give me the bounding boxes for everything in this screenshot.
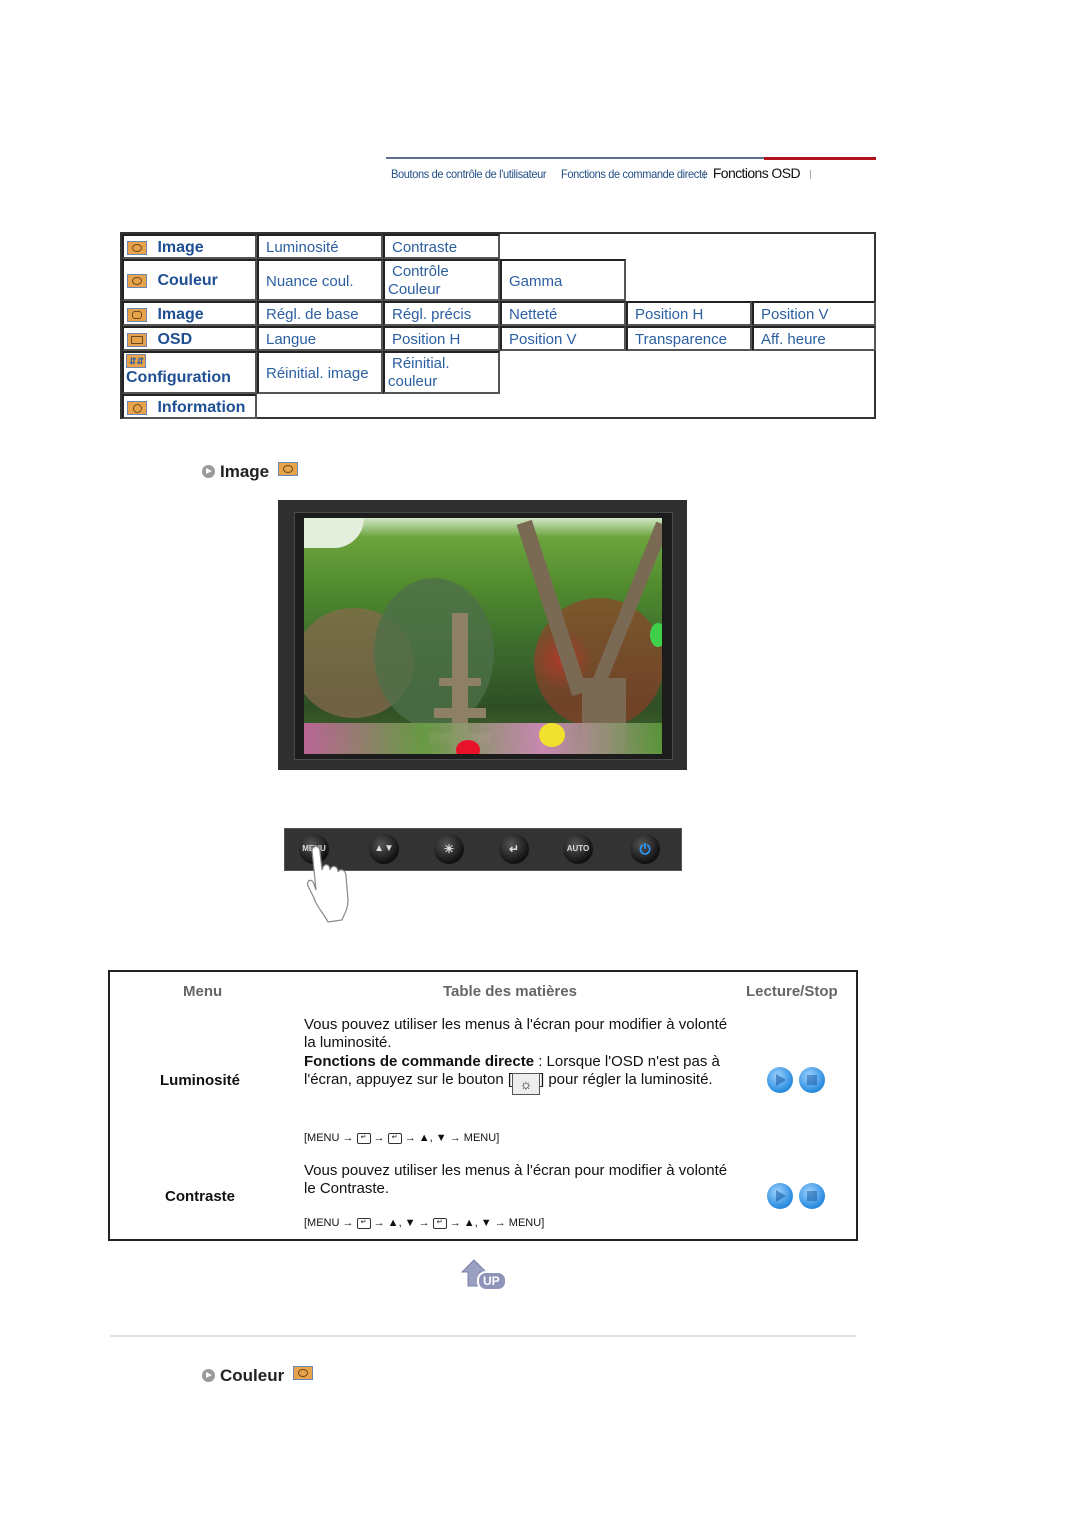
bullet-arrow-icon [202, 1369, 215, 1382]
menu-item-osd-position-v[interactable]: Position V [500, 326, 626, 351]
enter-key-icon: ↵ [387, 1132, 402, 1144]
power-button[interactable]: ⏻ [630, 834, 660, 864]
menu-item-luminosite[interactable]: Luminosité [257, 234, 383, 259]
menu-item-langue[interactable]: Langue [257, 326, 383, 351]
section-title-image: Image [202, 462, 298, 482]
nav-separator [809, 170, 811, 180]
function-description-table: Menu Table des matières Lecture/Stop Lum… [108, 970, 858, 1241]
column-header-menu: Menu [183, 983, 223, 1000]
menu-row-configuration[interactable]: ⇵⇵ Configuration [122, 351, 257, 394]
color-icon [127, 273, 147, 288]
play-icon [776, 1074, 786, 1086]
menu-row-information[interactable]: Information [122, 394, 257, 419]
up-label: UP [483, 1274, 500, 1288]
menu-item-nuance[interactable]: Nuance coul. [257, 259, 383, 301]
description-contraste: Vous pouvez utiliser les menus à l'écran… [304, 1162, 728, 1197]
menu-item-gamma[interactable]: Gamma [500, 259, 626, 301]
menu-item-regl-base[interactable]: Régl. de base [257, 301, 383, 326]
menu-item-aff-heure[interactable]: Aff. heure [752, 326, 876, 351]
menu-row-image-geometry[interactable]: Image [122, 301, 257, 326]
nav-link-direct-functions[interactable]: Fonctions de commande directe [561, 167, 708, 181]
nav-active-indicator [764, 157, 876, 160]
garden-photo [304, 518, 662, 754]
nav-link-osd-functions[interactable]: Fonctions OSD [713, 165, 801, 181]
pointing-hand-icon [307, 845, 349, 923]
menu-item-transparence[interactable]: Transparence [626, 326, 752, 351]
menu-item-position-v[interactable]: Position V [752, 301, 876, 326]
brightness-button[interactable]: ☀ [434, 834, 464, 864]
setup-icon: ⇵⇵ [126, 354, 146, 368]
bullet-arrow-icon [202, 465, 215, 478]
top-navigation: Boutons de contrôle de l'utilisateur Fonc… [386, 157, 876, 187]
osd-icon [127, 332, 147, 347]
magic-bright-down-button[interactable]: ▲▼ [369, 834, 399, 864]
menu-item-nettete[interactable]: Netteté [500, 301, 626, 326]
stop-button[interactable] [799, 1067, 825, 1093]
menu-item-osd-position-h[interactable]: Position H [383, 326, 500, 351]
menu-row-couleur[interactable]: Couleur [122, 259, 257, 301]
monitor-screen-image [278, 500, 687, 770]
row-label-luminosite: Luminosité [160, 1072, 241, 1089]
stop-button[interactable] [799, 1183, 825, 1209]
play-button[interactable] [767, 1183, 793, 1209]
back-to-top-button[interactable]: UP [460, 1258, 508, 1292]
enter-button[interactable]: ↵ [499, 834, 529, 864]
menu-item-regl-precis[interactable]: Régl. précis [383, 301, 500, 326]
section-title-couleur: Couleur [202, 1366, 313, 1386]
color-icon [292, 1366, 313, 1380]
menu-item-reinit-couleur[interactable]: Réinitial. couleur [383, 351, 500, 394]
brightness-sun-icon: ☼ [512, 1073, 540, 1095]
description-luminosite: Vous pouvez utiliser les menus à l'écran… [304, 1016, 734, 1095]
menu-path-luminosite: [MENU → ↵ → ↵ → ▲, ▼ → MENU] [304, 1132, 500, 1144]
menu-item-reinit-image[interactable]: Réinitial. image [257, 351, 383, 394]
menu-item-position-h[interactable]: Position H [626, 301, 752, 326]
menu-row-osd[interactable]: OSD [122, 326, 257, 351]
menu-path-contraste: [MENU → ↵ → ▲, ▼ → ↵ → ▲, ▼ → MENU] [304, 1217, 545, 1229]
menu-item-contraste[interactable]: Contraste [383, 234, 500, 259]
section-divider [110, 1335, 856, 1337]
column-header-contents: Table des matières [443, 983, 577, 1000]
stop-icon [807, 1075, 817, 1085]
nav-line [386, 157, 764, 159]
enter-key-icon: ↵ [356, 1217, 371, 1229]
play-icon [776, 1190, 786, 1202]
menu-row-image[interactable]: Image [122, 234, 257, 259]
information-icon [127, 400, 147, 415]
nav-link-user-controls[interactable]: Boutons de contrôle de l'utilisateur [391, 167, 547, 181]
auto-button[interactable]: AUTO [563, 834, 593, 864]
row-label-contraste: Contraste [165, 1188, 236, 1205]
image-icon [277, 462, 298, 476]
osd-menu-table: Image Luminosité Contraste Couleur Nuanc… [120, 232, 876, 419]
play-button[interactable] [767, 1067, 793, 1093]
stop-icon [807, 1191, 817, 1201]
column-header-play-stop: Lecture/Stop [746, 983, 838, 1000]
menu-item-controle-couleur[interactable]: Contrôle Couleur [383, 259, 500, 301]
enter-key-icon: ↵ [432, 1217, 447, 1229]
geometry-icon [127, 307, 147, 322]
enter-key-icon: ↵ [356, 1132, 371, 1144]
image-icon [127, 240, 147, 255]
